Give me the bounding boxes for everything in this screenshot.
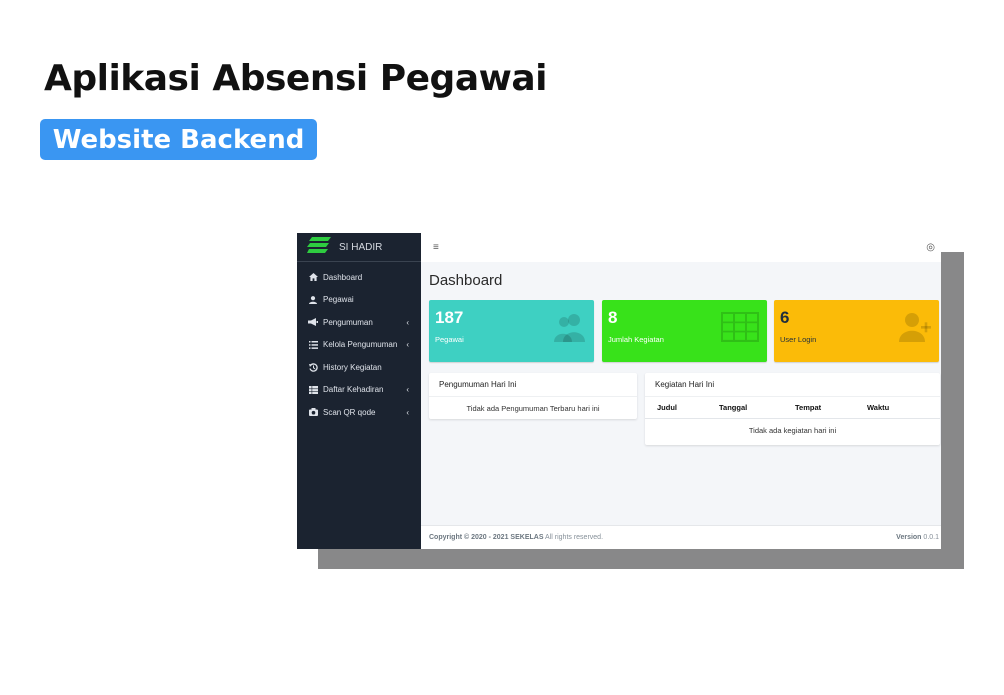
empty-state-text: Tidak ada Pengumuman Terbaru hari ini xyxy=(466,404,600,413)
app-window: SI HADIR Dashboard Pegawai Pengumuman ‹ xyxy=(297,233,941,549)
chevron-left-icon: ‹ xyxy=(406,385,409,395)
camera-icon xyxy=(308,408,318,417)
brand-name: SI HADIR xyxy=(339,241,383,253)
sidebar-nav: Dashboard Pegawai Pengumuman ‹ Kelola Pe… xyxy=(297,262,421,424)
stat-label: Pegawai xyxy=(435,335,464,344)
version-info: Version 0.0.1 xyxy=(896,534,939,541)
sidebar-item-label: History Kegiatan xyxy=(323,362,382,372)
sidebar-item-label: Pegawai xyxy=(323,295,354,305)
brand-link[interactable]: SI HADIR xyxy=(297,233,421,262)
users-icon xyxy=(554,312,586,347)
sidebar-item-label: Scan QR qode xyxy=(323,407,376,417)
copyright-prefix: Copyright © 2020 - 2021 xyxy=(429,534,509,541)
chevron-left-icon: ‹ xyxy=(406,407,409,417)
stat-label: Jumlah Kegiatan xyxy=(608,335,664,344)
activities-card: Kegiatan Hari Ini Judul Tanggal Tempat W… xyxy=(645,373,940,445)
chevron-left-icon: ‹ xyxy=(406,317,409,327)
stat-value: 187 xyxy=(435,308,464,327)
brand-logo-icon xyxy=(307,236,331,258)
hero-badge: Website Backend xyxy=(40,119,317,160)
page-title: Dashboard xyxy=(429,272,503,289)
stat-value: 8 xyxy=(608,308,618,327)
stat-box-pegawai[interactable]: 187 Pegawai xyxy=(429,300,594,362)
version-label: Version xyxy=(896,534,922,541)
history-icon xyxy=(308,363,318,372)
rights-text: All rights reserved. xyxy=(545,534,604,541)
sidebar-item-label: Dashboard xyxy=(323,272,363,282)
megaphone-icon xyxy=(308,318,318,327)
sidebar-item-kelola-pengumuman[interactable]: Kelola Pengumuman ‹ xyxy=(297,334,421,357)
column-header-waktu: Waktu xyxy=(867,403,890,412)
chevron-left-icon: ‹ xyxy=(406,340,409,350)
home-icon xyxy=(308,273,318,282)
column-header-tanggal: Tanggal xyxy=(719,403,748,412)
column-header-tempat: Tempat xyxy=(795,403,822,412)
footer: Copyright © 2020 - 2021 SEKELAS All righ… xyxy=(421,525,941,549)
grid-icon xyxy=(721,312,759,347)
announcements-card: Pengumuman Hari Ini Tidak ada Pengumuman… xyxy=(429,373,637,419)
main-content: ≡ ◎ Dashboard 187 Pegawai 8 Jumlah Kegia… xyxy=(421,233,941,549)
sidebar-item-daftar-kehadiran[interactable]: Daftar Kehadiran ‹ xyxy=(297,379,421,402)
table-header: Judul Tanggal Tempat Waktu xyxy=(645,397,940,419)
topbar: ≡ ◎ xyxy=(421,233,941,262)
table-icon xyxy=(308,385,318,394)
sidebar-item-pengumuman[interactable]: Pengumuman ‹ xyxy=(297,311,421,334)
stat-value: 6 xyxy=(780,308,790,327)
column-header-judul: Judul xyxy=(657,403,677,412)
list-icon xyxy=(308,340,318,349)
sidebar-item-history-kegiatan[interactable]: History Kegiatan xyxy=(297,356,421,379)
user-menu-icon[interactable]: ◎ xyxy=(926,242,935,253)
promo-stage: Aplikasi Absensi Pegawai Website Backend… xyxy=(0,0,1004,695)
sidebar-item-label: Kelola Pengumuman xyxy=(323,340,398,350)
sidebar-item-label: Daftar Kehadiran xyxy=(323,385,384,395)
stat-label: User Login xyxy=(780,335,817,344)
menu-toggle-icon[interactable]: ≡ xyxy=(433,242,439,253)
sidebar-item-label: Pengumuman xyxy=(323,317,373,327)
sidebar-item-pegawai[interactable]: Pegawai xyxy=(297,289,421,312)
card-title: Pengumuman Hari Ini xyxy=(429,373,637,397)
user-icon xyxy=(308,295,318,304)
hero-title: Aplikasi Absensi Pegawai xyxy=(44,58,548,99)
stat-box-jumlah-kegiatan[interactable]: 8 Jumlah Kegiatan xyxy=(602,300,767,362)
copyright: Copyright © 2020 - 2021 SEKELAS All righ… xyxy=(429,534,603,541)
sidebar-item-scan-qr[interactable]: Scan QR qode ‹ xyxy=(297,401,421,424)
sidebar: SI HADIR Dashboard Pegawai Pengumuman ‹ xyxy=(297,233,421,549)
sidebar-item-dashboard[interactable]: Dashboard xyxy=(297,266,421,289)
company-link[interactable]: SEKELAS xyxy=(510,534,543,541)
version-number: 0.0.1 xyxy=(923,534,939,541)
stat-box-user-login[interactable]: 6 User Login xyxy=(774,300,939,362)
user-plus-icon xyxy=(899,312,931,347)
card-title: Kegiatan Hari Ini xyxy=(645,373,940,397)
empty-state-text: Tidak ada kegiatan hari ini xyxy=(748,426,837,435)
